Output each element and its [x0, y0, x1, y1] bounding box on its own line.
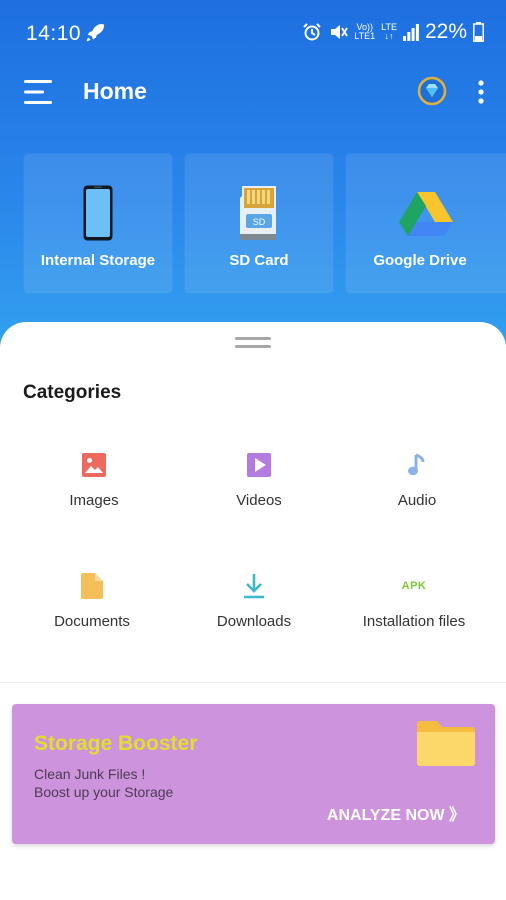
categories-title: Categories — [23, 382, 122, 403]
premium-diamond-icon[interactable] — [417, 76, 447, 106]
booster-description-line1: Clean Junk Files ! — [34, 766, 146, 782]
sd-card-icon: SD — [185, 184, 333, 242]
video-icon — [175, 450, 343, 480]
sd-card-label: SD Card — [229, 252, 289, 269]
mute-icon — [331, 25, 349, 39]
volte-bottom-text: LTE1 — [354, 31, 376, 41]
section-divider — [0, 682, 506, 683]
battery-percent: 22% — [424, 20, 467, 43]
page-title: Home — [83, 78, 147, 104]
analyze-now-button[interactable]: ANALYZE NOW 》 — [327, 801, 465, 825]
battery-icon — [473, 22, 484, 42]
lte-bottom-text: ↓↑ — [384, 31, 394, 41]
category-label: Images — [69, 492, 119, 509]
music-note-icon — [333, 450, 501, 480]
category-label: Audio — [397, 492, 437, 509]
category-label: Videos — [236, 492, 282, 509]
internal-storage-card[interactable]: Internal Storage — [24, 154, 172, 293]
category-images[interactable]: Images — [10, 450, 178, 530]
google-drive-icon — [346, 190, 506, 248]
status-icons: Vo)) LTE1 LTE ↓↑ 22% — [302, 20, 484, 44]
category-label: Downloads — [216, 613, 292, 630]
app-bar: Home — [0, 66, 506, 122]
status-time: 14:10 — [26, 22, 82, 45]
volte-indicator: Vo)) LTE1 — [354, 23, 375, 41]
category-documents[interactable]: Documents — [8, 571, 176, 651]
status-bar: 14:10 Vo)) LTE1 LTE ↓↑ 22% — [0, 0, 506, 66]
document-icon — [8, 571, 176, 601]
storage-booster-banner[interactable]: Storage Booster Clean Junk Files ! Boost… — [12, 704, 495, 844]
apk-icon: APK — [330, 571, 498, 601]
drag-handle[interactable] — [235, 337, 271, 351]
apk-icon-text: APK — [401, 580, 427, 592]
internal-storage-label: Internal Storage — [40, 252, 156, 269]
download-icon — [170, 571, 338, 601]
lte-indicator: LTE ↓↑ — [381, 23, 397, 41]
signal-icon — [402, 24, 419, 41]
booster-title: Storage Booster — [34, 732, 198, 755]
category-installation-files[interactable]: APK Installation files — [330, 571, 498, 651]
image-icon — [10, 450, 178, 480]
category-videos[interactable]: Videos — [175, 450, 343, 530]
rocket-icon — [86, 23, 105, 42]
more-options-icon[interactable] — [476, 78, 486, 106]
menu-icon[interactable] — [24, 79, 54, 105]
category-label: Installation files — [362, 613, 466, 630]
alarm-icon — [303, 23, 321, 41]
category-downloads[interactable]: Downloads — [170, 571, 338, 651]
category-audio[interactable]: Audio — [333, 450, 501, 530]
google-drive-card[interactable]: Google Drive — [346, 154, 506, 293]
bottom-sheet: Categories Images Videos Audio Documents… — [0, 322, 506, 682]
phone-icon — [24, 184, 172, 242]
folder-icon — [417, 721, 475, 766]
category-label: Documents — [54, 613, 130, 630]
sd-badge-text: SD — [253, 217, 266, 227]
google-drive-label: Google Drive — [373, 252, 467, 269]
booster-description-line2: Boost up your Storage — [34, 784, 174, 800]
sd-card-card[interactable]: SD SD Card — [185, 154, 333, 293]
